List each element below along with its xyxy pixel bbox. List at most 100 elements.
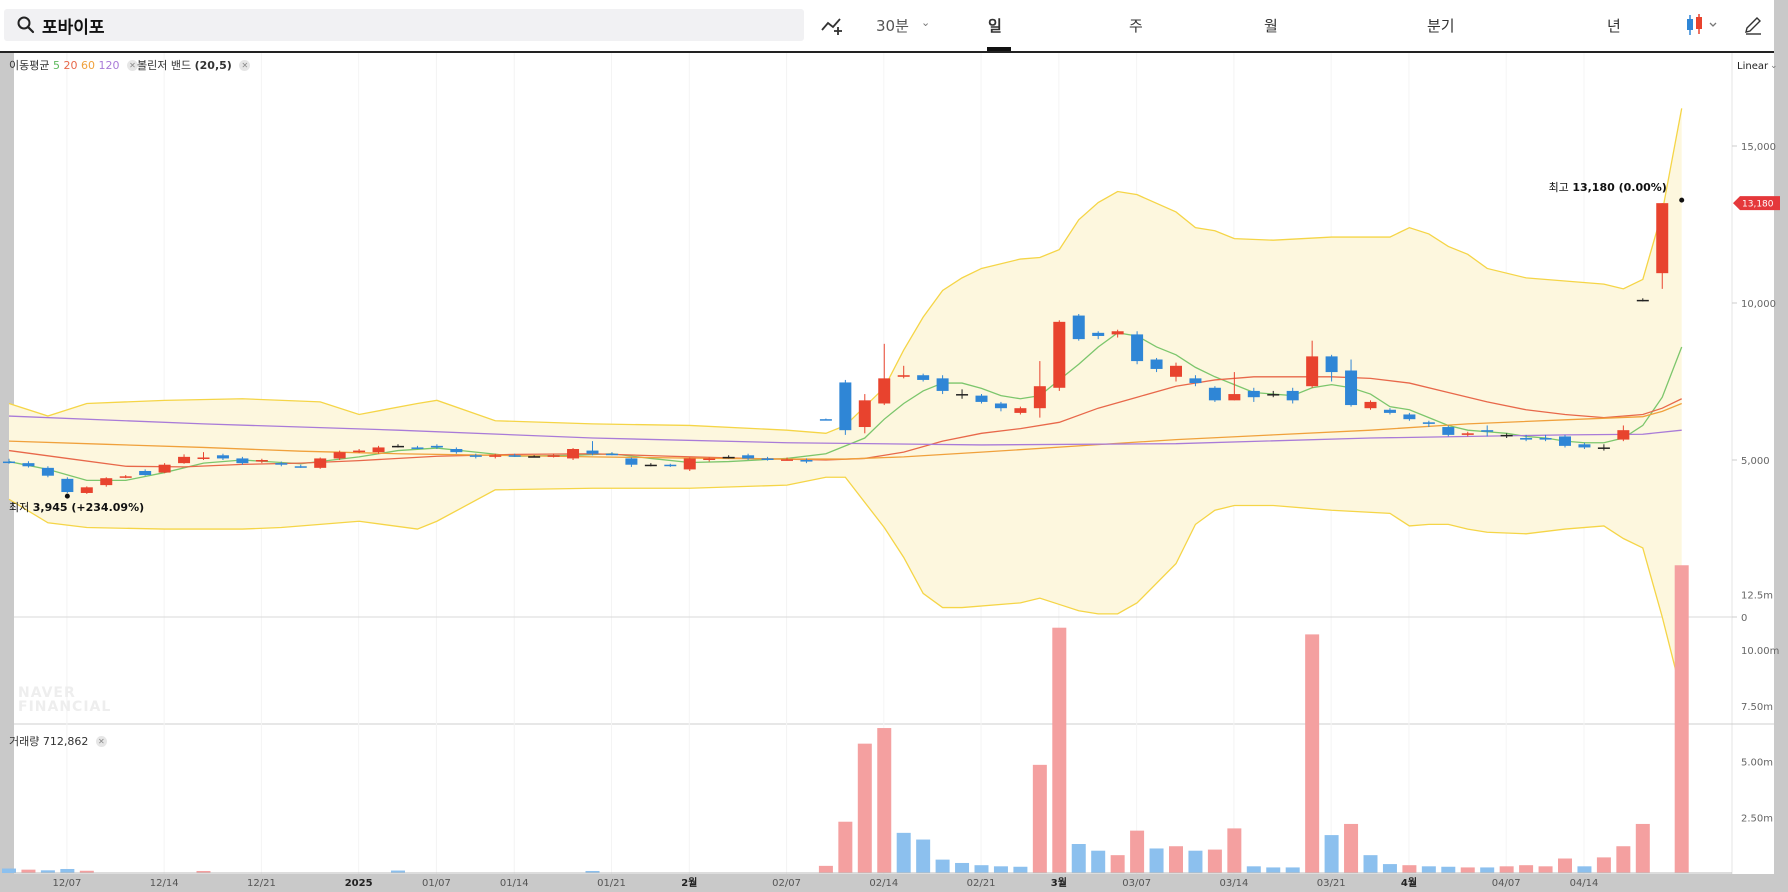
volume-bar — [857, 743, 872, 873]
chevron-down-icon[interactable]: ⌄ — [921, 16, 930, 29]
candle-body — [1656, 203, 1669, 274]
volume-bar — [1460, 867, 1475, 873]
date-tick-label: 03/21 — [1317, 878, 1346, 889]
candle-body — [197, 457, 210, 459]
volume-bar — [1207, 849, 1222, 873]
volume-bar — [1246, 866, 1261, 873]
volume-bar — [993, 866, 1008, 873]
candle-body — [314, 458, 327, 468]
bb-params: (20,5) — [194, 59, 232, 72]
close-icon[interactable]: ✕ — [239, 60, 251, 71]
volume-bar — [1344, 823, 1359, 873]
volume-tick-label: 7.50m — [1741, 702, 1773, 713]
tab-day[interactable]: 일 — [988, 15, 1002, 36]
date-tick-label: 12/21 — [247, 878, 276, 889]
candle-body — [605, 453, 618, 456]
volume-bar — [974, 865, 989, 873]
volume-bar — [955, 862, 970, 873]
search-input[interactable]: 포바이포 — [4, 9, 804, 41]
chart-canvas[interactable]: NAVERFINANCIAL15,00010,0005,000013,180최고… — [0, 0, 1788, 892]
candle-body — [1247, 390, 1260, 398]
bb-legend-label: 볼린저 밴드 — [137, 59, 192, 72]
candle-body — [956, 394, 969, 396]
volume-bar — [1499, 866, 1514, 873]
candle-body — [528, 456, 541, 458]
tab-quarter[interactable]: 분기 — [1427, 15, 1455, 36]
candle-body — [100, 478, 113, 486]
ma-20-label: 20 — [63, 59, 78, 72]
candlestick-icon[interactable] — [1683, 13, 1719, 37]
candle-body — [22, 463, 35, 467]
candle-body — [1131, 334, 1144, 362]
ma-60-label: 60 — [80, 59, 95, 72]
candle-body — [1208, 387, 1221, 401]
date-tick-label: 12/07 — [52, 878, 81, 889]
volume-bar — [1577, 866, 1592, 873]
volume-bar — [60, 868, 75, 873]
candle-body — [1403, 414, 1416, 420]
candle-body — [722, 456, 735, 459]
tab-year[interactable]: 년 — [1607, 15, 1621, 36]
chevron-down-icon[interactable]: ⌄ — [1770, 61, 1778, 71]
candle-body — [80, 487, 93, 493]
candle-body — [1559, 436, 1571, 446]
volume-legend-value: 712,862 — [42, 735, 89, 748]
volume-bar — [1558, 858, 1572, 873]
date-tick-label: 02/14 — [869, 878, 898, 889]
candle-body — [917, 375, 930, 380]
search-value: 포바이포 — [42, 18, 105, 38]
price-tick-label: 5,000 — [1741, 456, 1770, 467]
candle-body — [294, 466, 307, 468]
volume-bar — [1596, 857, 1611, 873]
moving-average-legend[interactable]: 이동평균 5 20 60 120 ✕ — [9, 57, 138, 73]
date-tick-label: 3월 — [1051, 877, 1067, 889]
scale-mode-dropdown[interactable]: Linear — [1737, 61, 1768, 72]
volume-bar — [1227, 828, 1242, 873]
volume-bar — [1616, 846, 1631, 873]
candle-body — [333, 452, 346, 459]
candle-body — [489, 455, 502, 457]
close-icon[interactable]: ✕ — [95, 736, 107, 747]
date-tick-label: 4월 — [1401, 877, 1417, 889]
tab-month[interactable]: 월 — [1264, 15, 1278, 36]
candle-body — [372, 447, 385, 453]
chart-indicator-add-icon[interactable] — [820, 14, 846, 36]
candle-body — [994, 403, 1007, 409]
candle-body — [1442, 427, 1455, 435]
candle-body — [839, 382, 852, 431]
bollinger-legend[interactable]: 볼린저 밴드 (20,5) ✕ — [137, 57, 251, 73]
tab-week[interactable]: 주 — [1129, 15, 1143, 36]
low-annotation: 최저 3,945 (+234.09%) — [9, 501, 144, 514]
date-tick-label: 2025 — [345, 878, 373, 889]
candle-body — [819, 419, 832, 421]
candle-body — [178, 456, 191, 464]
candle-body — [1422, 422, 1435, 424]
volume-bar — [818, 865, 833, 873]
candle-body — [61, 478, 74, 493]
last-price-badge-text: 13,180 — [1742, 200, 1774, 210]
candle-body — [1306, 356, 1319, 387]
candle-body — [275, 463, 288, 465]
candle-body — [119, 476, 132, 478]
candle-body — [1267, 394, 1280, 396]
pencil-icon[interactable] — [1742, 14, 1764, 36]
interval-dropdown[interactable]: 30분 — [876, 15, 909, 36]
candle-body — [1383, 409, 1396, 413]
volume-bar — [896, 832, 911, 873]
volume-bar — [1071, 844, 1086, 873]
volume-bar — [1032, 764, 1047, 873]
candle-body — [586, 450, 599, 454]
candle-body — [255, 460, 268, 462]
search-icon — [17, 16, 35, 34]
candle-body — [1481, 430, 1494, 432]
candle-body — [236, 458, 249, 464]
volume-bar — [916, 839, 931, 873]
candle-body — [450, 449, 463, 453]
volume-bar — [21, 869, 36, 873]
volume-tick-label: 2.50m — [1741, 813, 1773, 824]
candle-body — [567, 449, 580, 459]
volume-bar — [1363, 855, 1378, 873]
volume-bar — [1480, 867, 1495, 873]
date-tick-label: 01/14 — [500, 878, 529, 889]
volume-legend[interactable]: 거래량 712,862 ✕ — [9, 733, 107, 749]
